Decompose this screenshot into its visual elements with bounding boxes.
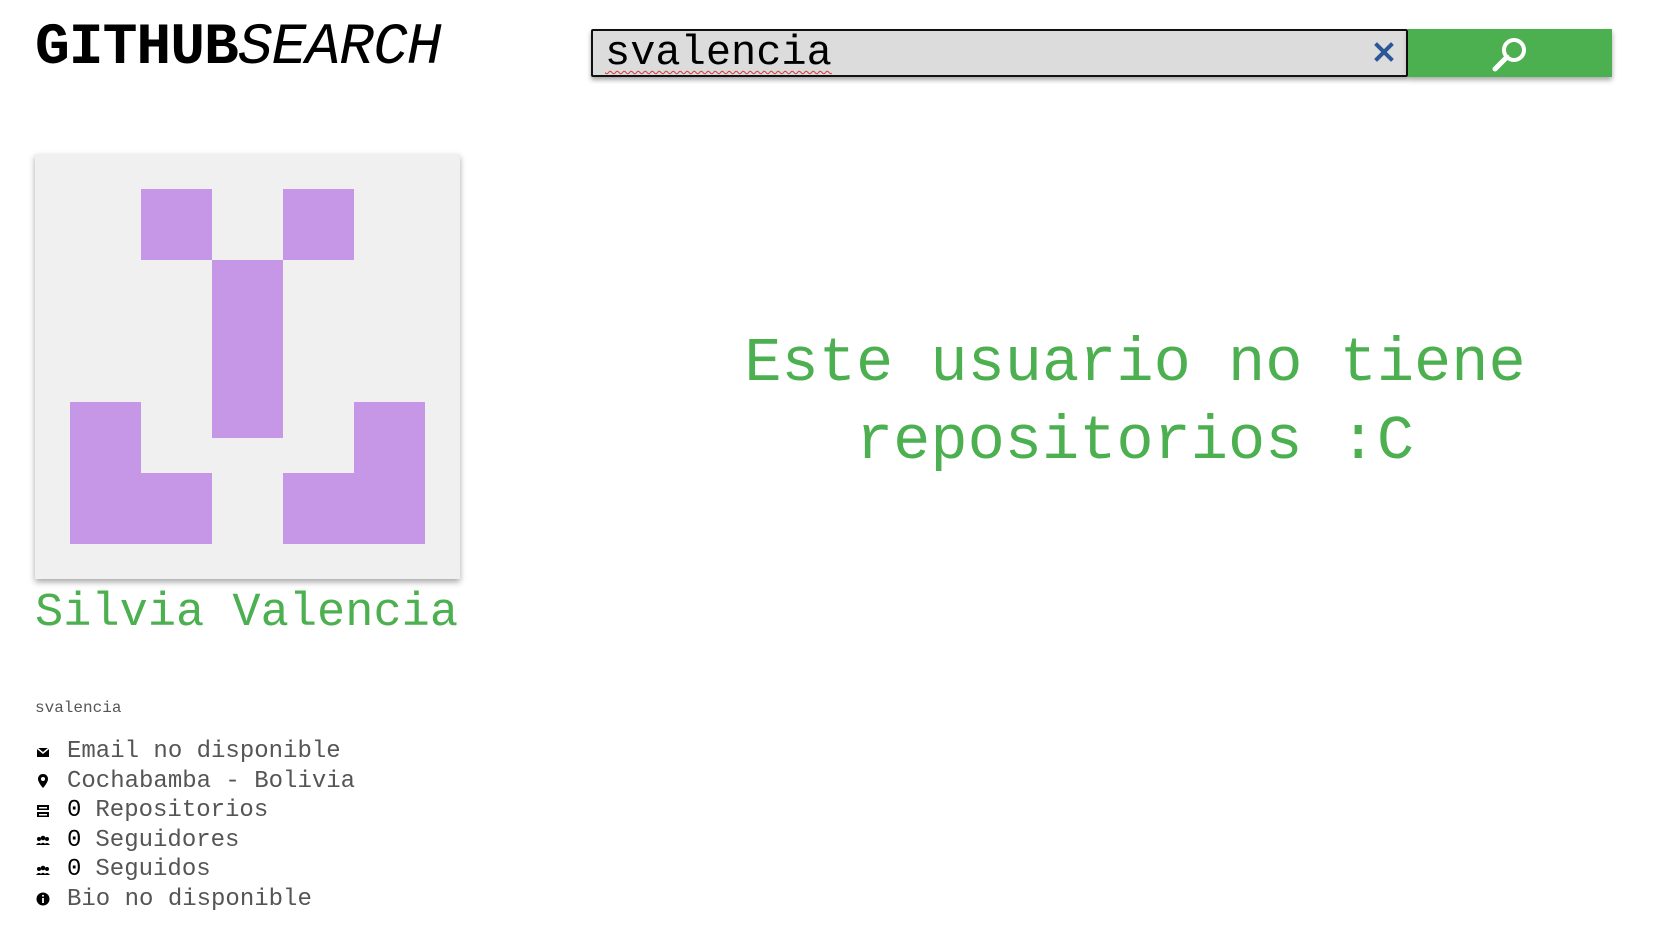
- avatar: [35, 154, 460, 579]
- users-icon: [36, 835, 50, 846]
- app-logo: GITHUBSEARCH: [35, 14, 442, 84]
- logo-italic-text: SEARCH: [237, 16, 442, 81]
- search-icon: [1492, 38, 1526, 72]
- profile-name: Silvia Valencia: [35, 587, 459, 640]
- detail-bio: Bio no disponible: [35, 885, 355, 915]
- following-count: 0: [67, 856, 82, 884]
- detail-location: Cochabamba - Bolivia: [35, 767, 355, 797]
- detail-bio-text: Bio no disponible: [67, 885, 312, 913]
- empty-repositories-message: Este usuario no tiene repositorios :C: [744, 328, 1526, 477]
- users-icon: [36, 865, 50, 875]
- repository-icon: [37, 804, 49, 817]
- detail-followers: 0 Seguidores: [35, 826, 355, 856]
- detail-following-text: Seguidos: [95, 856, 211, 884]
- profile-username: svalencia: [35, 699, 122, 717]
- detail-email-text: Email no disponible: [67, 738, 341, 766]
- info-icon: [36, 892, 50, 906]
- detail-repositories-text: Repositorios: [95, 797, 269, 825]
- logo-bold-text: GITHUB: [35, 16, 239, 81]
- clear-search-button[interactable]: [1372, 40, 1396, 64]
- search-input[interactable]: [593, 31, 1345, 75]
- detail-followers-text: Seguidores: [95, 826, 240, 854]
- detail-location-text: Cochabamba - Bolivia: [67, 767, 356, 795]
- search-bar: [591, 29, 1408, 77]
- detail-following: 0 Seguidos: [35, 855, 355, 885]
- detail-repositories: 0 Repositorios: [35, 796, 355, 826]
- search-button[interactable]: [1408, 29, 1612, 77]
- close-icon: [1374, 42, 1394, 62]
- page: GITHUBSEARCH svalencia Silvia Valencia s…: [0, 0, 1679, 940]
- detail-email: Email no disponible: [35, 737, 355, 767]
- profile-details: Email no disponible Cochabamba - Bolivia…: [35, 737, 355, 914]
- identicon-image: [70, 189, 425, 544]
- followers-count: 0: [67, 826, 82, 854]
- repositories-count: 0: [67, 797, 82, 825]
- map-pin-icon: [38, 774, 48, 789]
- envelope-icon: [36, 747, 50, 757]
